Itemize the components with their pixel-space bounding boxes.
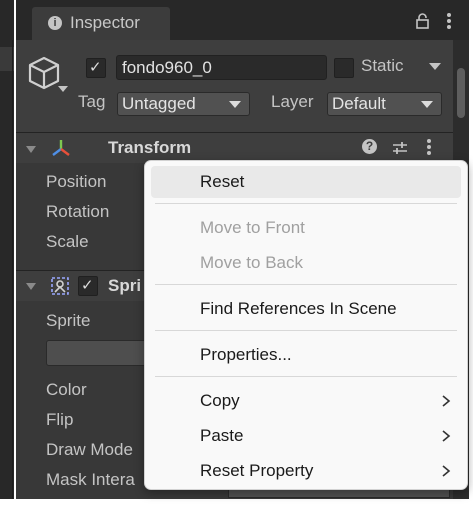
color-label: Color: [46, 380, 87, 399]
object-header: ✓ fondo960_0 Static Tag Untagged Layer D…: [16, 40, 453, 132]
static-checkbox[interactable]: [334, 58, 354, 78]
tab-inspector[interactable]: i Inspector: [32, 7, 170, 40]
static-label: Static: [361, 56, 404, 75]
layer-label: Layer: [271, 92, 314, 111]
component-context-menu: Reset Move to Front Move to Back Find Re…: [144, 160, 468, 490]
menu-item-label: Reset: [200, 172, 245, 191]
mask-interaction-label: Mask Intera: [46, 470, 135, 489]
sprite-label: Sprite: [46, 311, 91, 330]
menu-item-label: Copy: [200, 391, 240, 410]
position-label: Position: [46, 172, 107, 191]
tag-dropdown[interactable]: Untagged: [117, 92, 250, 116]
menu-item-move-to-front[interactable]: Move to Front: [151, 212, 461, 244]
hierarchy-panel-edge: [0, 0, 14, 499]
sprite-enabled-checkbox[interactable]: ✓: [78, 276, 98, 296]
menu-item-move-to-back[interactable]: Move to Back: [151, 247, 461, 279]
check-icon: ✓: [81, 277, 94, 294]
menu-item-label: Paste: [200, 426, 244, 445]
menu-item-label: Move to Front: [200, 218, 305, 237]
transform-component-header[interactable]: Transform ?: [16, 132, 453, 163]
scale-label: Scale: [46, 232, 89, 251]
panel-divider: [12, 40, 13, 499]
cube-icon[interactable]: [26, 54, 62, 94]
window-bottom-edge: [0, 499, 473, 512]
tag-label: Tag: [78, 92, 106, 111]
menu-separator: [155, 330, 457, 331]
chevron-right-icon: [442, 430, 451, 442]
object-name-field[interactable]: fondo960_0: [116, 55, 327, 80]
help-icon[interactable]: ?: [362, 139, 377, 154]
lock-icon[interactable]: [416, 13, 429, 29]
foldout-arrow-icon[interactable]: [26, 146, 36, 153]
menu-item-label: Reset Property: [200, 461, 314, 480]
more-vertical-icon[interactable]: [446, 12, 452, 30]
layer-value: Default: [332, 94, 386, 113]
object-name-value: fondo960_0: [122, 58, 212, 77]
menu-item-copy[interactable]: Copy: [151, 385, 461, 417]
foldout-arrow-icon[interactable]: [26, 283, 36, 290]
tab-bar: i Inspector: [16, 0, 469, 40]
static-dropdown-caret[interactable]: [429, 63, 441, 70]
menu-separator: [155, 376, 457, 377]
layer-dropdown[interactable]: Default: [327, 92, 442, 116]
check-icon: ✓: [89, 59, 102, 76]
transform-title: Transform: [108, 138, 192, 157]
draw-mode-label: Draw Mode: [46, 440, 133, 459]
more-vertical-icon[interactable]: [426, 138, 432, 156]
preset-sliders-icon[interactable]: [392, 140, 408, 156]
menu-item-label: Move to Back: [200, 253, 303, 272]
transform-axes-icon: [52, 140, 70, 156]
active-checkbox[interactable]: ✓: [86, 58, 106, 78]
menu-item-paste[interactable]: Paste: [151, 420, 461, 452]
menu-item-reset-property[interactable]: Reset Property: [151, 455, 461, 487]
menu-separator: [155, 203, 457, 204]
menu-item-properties[interactable]: Properties...: [151, 339, 461, 371]
menu-item-find-references[interactable]: Find References In Scene: [151, 293, 461, 325]
sprite-renderer-title: Spri: [108, 276, 142, 295]
scrollbar-thumb[interactable]: [457, 68, 465, 118]
menu-item-label: Properties...: [200, 345, 292, 364]
flip-label: Flip: [46, 410, 74, 429]
chevron-down-icon: [229, 101, 241, 108]
info-icon: i: [48, 16, 62, 30]
menu-item-reset[interactable]: Reset: [151, 166, 461, 198]
rotation-label: Rotation: [46, 202, 110, 221]
tag-value: Untagged: [122, 94, 196, 113]
chevron-down-icon: [421, 101, 433, 108]
menu-item-label: Find References In Scene: [200, 299, 397, 318]
tab-inspector-label: Inspector: [70, 13, 140, 32]
menu-separator: [155, 284, 457, 285]
sprite-renderer-icon: [51, 277, 69, 295]
icon-dropdown-caret[interactable]: [58, 86, 68, 92]
chevron-right-icon: [442, 465, 451, 477]
chevron-right-icon: [442, 395, 451, 407]
